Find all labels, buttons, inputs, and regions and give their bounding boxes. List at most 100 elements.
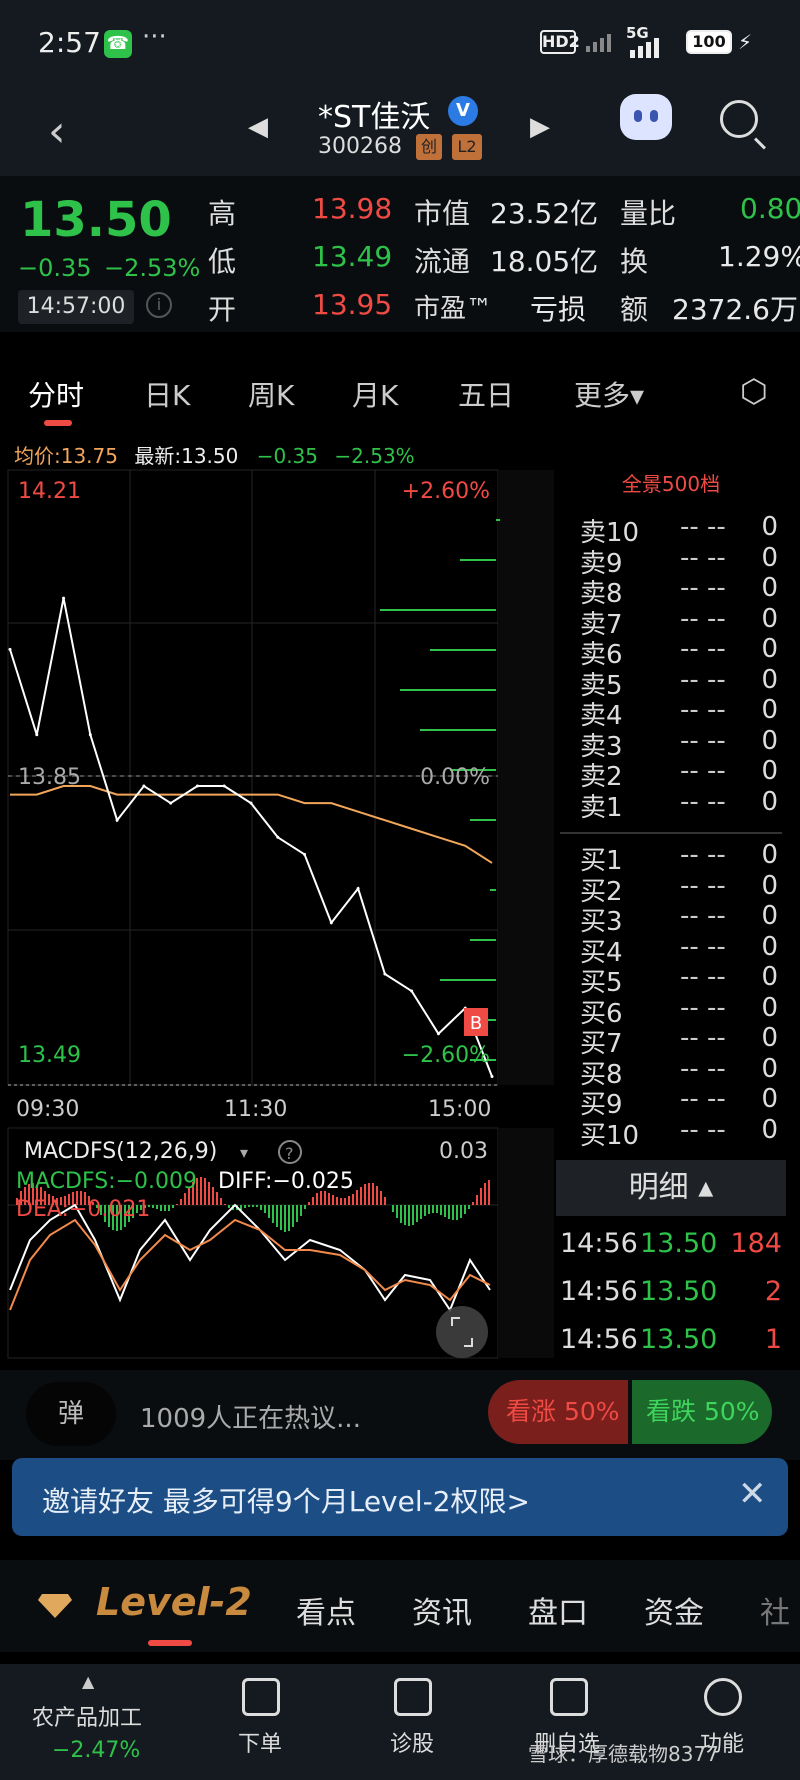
macd-bar [284,1205,286,1232]
expand-icon[interactable] [436,1306,488,1358]
price-point [303,852,307,856]
bid-volume: 0 [761,1023,778,1053]
price-change-pct: −2.53% [104,254,201,282]
info-icon[interactable]: i [146,292,172,318]
macd-title[interactable]: MACDFS(12,26,9) [24,1139,217,1164]
tab-capital[interactable]: 资金 [644,1588,704,1632]
macd-bar [336,1197,338,1205]
ask-price: -- -- [680,603,726,634]
tab-orderbook[interactable]: 盘口 [528,1588,588,1632]
intraday-chart[interactable]: 14.21 13.85 13.49 +2.60% 0.00% −2.60% B … [0,460,555,1360]
macd-bar [308,1202,310,1205]
chevron-left-icon[interactable]: ‹ [48,106,66,157]
status-bar: 2:57 ☎ ··· HD2 5G 100 ⚡ [0,0,800,92]
detail-header[interactable]: 明细 ▴ [556,1160,786,1216]
bid-level: 买10 [580,1120,640,1151]
tab-indicator [44,420,72,426]
bid-price: -- -- [680,931,726,962]
discussion-text[interactable]: 1009人正在热议... [140,1398,361,1435]
tab-more[interactable]: 更多▾ [574,374,644,414]
price-point [410,989,414,993]
macd-bar [220,1198,222,1205]
tick-price: 13.50 [640,1276,718,1307]
bid-row[interactable]: 买5 -- -- 0 [568,962,788,998]
bid-volume: 0 [761,840,778,870]
tab-five-day[interactable]: 五日 [458,374,514,414]
bid-row[interactable]: 买6 -- -- 0 [568,993,788,1029]
hd-icon: HD2 [540,30,580,54]
bid-row[interactable]: 买8 -- -- 0 [568,1054,788,1090]
tick-volume: 184 [730,1228,782,1259]
close-icon[interactable]: ✕ [738,1474,767,1514]
open-label: 开 [208,293,237,326]
bid-row[interactable]: 买3 -- -- 0 [568,901,788,937]
bid-price: -- -- [680,962,726,992]
macd-line-value: MACDFS:−0.009 [16,1169,197,1194]
industry-pct: −2.47% [52,1738,141,1763]
order-label[interactable]: 下单 [238,1726,282,1758]
ask-row[interactable]: 卖3 -- -- 0 [568,726,788,762]
last-price: 13.50 [20,192,172,248]
low-label: 低 [208,245,237,278]
bear-button[interactable]: 看跌 50% [632,1380,772,1444]
macd-bar [476,1195,478,1205]
danmaku-icon[interactable]: 弹 [26,1382,116,1446]
bid-row[interactable]: 买7 -- -- 0 [568,1023,788,1059]
quote-time: 14:57:00 [18,290,134,324]
stock-name: *ST佳沃 [318,100,431,135]
ask-row[interactable]: 卖10 -- -- 0 [568,512,788,548]
diagnose-icon[interactable] [394,1678,432,1716]
bid-price: -- -- [680,840,726,870]
price-point [329,921,333,925]
price-point [195,784,199,788]
robot-icon[interactable] [620,94,672,140]
tab-level2[interactable]: Level-2 [96,1580,252,1624]
search-icon[interactable] [720,100,758,138]
turnover-label: 换 [620,245,649,278]
ask-row[interactable]: 卖2 -- -- 0 [568,756,788,792]
macd-bar [408,1205,410,1226]
remove-watch-icon[interactable] [550,1678,588,1716]
ask-row[interactable]: 卖9 -- -- 0 [568,543,788,579]
bid-row[interactable]: 买10 -- -- 0 [568,1114,788,1151]
ask-row[interactable]: 卖1 -- -- 0 [568,787,788,823]
tab-news[interactable]: 资讯 [412,1588,472,1632]
order-icon[interactable] [242,1678,280,1716]
bid-volume: 0 [761,1114,778,1145]
chevron-down-icon[interactable]: ▾ [240,1143,248,1162]
price-point [356,887,360,891]
ask-row[interactable]: 卖6 -- -- 0 [568,634,788,670]
ask-row[interactable]: 卖8 -- -- 0 [568,573,788,609]
settings-hex-icon[interactable]: ⬡ [740,372,768,410]
bull-button[interactable]: 看涨 50% [488,1380,628,1444]
tab-weekly-k[interactable]: 周K [248,374,294,414]
tab-daily-k[interactable]: 日K [144,374,190,414]
section-indicator [148,1640,192,1646]
macd-bar [172,1205,174,1208]
macd-bar [304,1205,306,1209]
tab-monthly-k[interactable]: 月K [352,374,398,414]
bid-row[interactable]: 买1 -- -- 0 [568,840,788,876]
triangle-left-icon[interactable]: ◀ [248,112,268,142]
invite-text[interactable]: 邀请好友 最多可得9个月Level-2权限> [42,1480,530,1520]
bid-row[interactable]: 买9 -- -- 0 [568,1084,788,1120]
orderbook-title[interactable]: 全景500档 [556,460,786,508]
industry-name[interactable]: 农产品加工 [32,1700,142,1732]
tab-highlights[interactable]: 看点 [296,1588,356,1632]
ask-row[interactable]: 卖7 -- -- 0 [568,603,788,640]
tab-intraday[interactable]: 分时 [28,374,84,414]
bid-row[interactable]: 买4 -- -- 0 [568,931,788,968]
invite-banner[interactable]: 邀请好友 最多可得9个月Level-2权限> ✕ [12,1458,788,1536]
menu-icon[interactable] [704,1678,742,1716]
macd-bar [460,1205,462,1218]
macd-bar [328,1193,330,1205]
tab-community[interactable]: 社 [760,1588,790,1632]
triangle-right-icon[interactable]: ▶ [530,112,550,142]
diagnose-label[interactable]: 诊股 [390,1726,434,1758]
stock-code: 300268 [318,134,402,159]
ask-row[interactable]: 卖5 -- -- 0 [568,665,788,701]
ask-row[interactable]: 卖4 -- -- 0 [568,695,788,731]
watermark: 雪球：厚德载物8377 [528,1742,719,1766]
quote-panel: 13.50 −0.35 −2.53% 14:57:00 i 高 13.98 低 … [0,176,800,332]
bid-row[interactable]: 买2 -- -- 0 [568,871,788,907]
